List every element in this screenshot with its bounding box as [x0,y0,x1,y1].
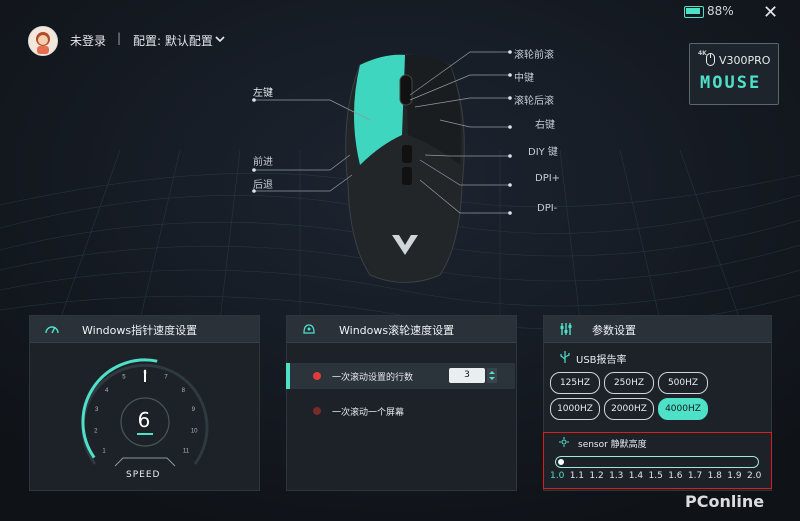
gauge-tick-label: 1 [102,449,106,455]
sensor-height-label: sensor 静默高度 [578,440,647,450]
sensor-height-slider[interactable] [555,456,759,468]
mouse-outline-icon [706,53,715,66]
sensor-tick-label: 2.0 [747,471,762,481]
label-diy[interactable]: DIY 键 [528,143,558,158]
button-callout-lines [252,50,512,215]
rate-250-button[interactable]: 250HZ [604,372,654,394]
label-scroll-back[interactable]: 滚轮后滚 [514,92,554,107]
stepper-arrows-icon[interactable] [487,368,497,383]
login-status[interactable]: 未登录 [70,32,106,49]
sensor-icon [559,437,569,447]
label-scroll-front[interactable]: 滚轮前滚 [514,46,554,61]
rate-1000-button[interactable]: 1000HZ [550,398,600,420]
sensor-tick-label: 1.9 [727,471,742,481]
usb-rate-label: USB报告率 [576,355,627,366]
gauge-tick-label: 5 [122,375,126,381]
rate-4000-button[interactable]: 4000HZ [658,398,708,420]
sensor-tick-label: 1.8 [707,471,722,481]
scroll-lines-option[interactable]: 一次滚动设置的行数 3 [286,363,515,389]
badge-brand: MOUSE [700,73,762,93]
panel-title: Windows指针速度设置 [82,324,198,337]
sensor-tick-label: 1.3 [609,471,624,481]
sensor-tick-label: 1.7 [687,471,703,481]
separator: | [117,31,122,45]
badge-model: V300PRO [719,54,771,67]
chevron-down-icon[interactable] [213,32,227,46]
panel-title: Windows滚轮速度设置 [339,324,455,337]
watermark: PConline [685,492,765,511]
label-right-button[interactable]: 右键 [535,116,555,131]
sensor-tick-label: 1.4 [628,471,644,481]
rate-2000-button[interactable]: 2000HZ [604,398,654,420]
sensor-tick-label: 1.0 [550,471,565,481]
sensor-tick-label: 1.1 [569,471,585,481]
scroll-lines-label: 一次滚动设置的行数 [332,373,414,383]
battery-icon [684,6,704,18]
label-dpi-plus[interactable]: DPI+ [535,173,560,184]
gauge-tick-label: 4 [105,388,109,394]
label-dpi-minus[interactable]: DPI- [537,203,557,214]
label-middle[interactable]: 中键 [514,69,534,84]
gauge-tick-label: 11 [183,449,190,455]
scroll-page-option[interactable]: 一次滚动一个屏幕 [286,398,515,424]
avatar[interactable] [28,26,58,56]
gauge-tick-label: 9 [192,407,196,413]
sensor-tick-label: 1.6 [668,471,683,481]
scroll-lines-input[interactable]: 3 [449,368,485,383]
scroll-page-label: 一次滚动一个屏幕 [332,408,405,418]
speed-value: 6 [137,408,151,432]
gauge-tick-label: 8 [182,388,186,394]
panel-header [544,316,771,343]
pointer-speed-panel: Windows指针速度设置 1234567891011 6 SPEED [29,315,260,491]
rate-125-button[interactable]: 125HZ [550,372,600,394]
slider-thumb[interactable] [558,459,564,465]
scroll-wheel-icon [303,324,315,334]
label-forward[interactable]: 前进 [253,153,273,168]
gauge-tick-label: 10 [191,429,198,435]
sliders-icon [560,323,572,335]
battery-level: 88% [707,4,734,18]
sensor-tick-label: 1.2 [589,471,604,481]
speed-label: SPEED [126,470,161,480]
config-selector[interactable]: 配置: 默认配置 [133,32,213,49]
radio-unselected-icon[interactable] [313,407,321,415]
gauge-icon [45,326,59,334]
sensor-tick-label: 1.5 [648,471,663,481]
radio-selected-icon[interactable] [313,372,321,380]
label-left-button[interactable]: 左键 [253,84,273,99]
close-icon[interactable]: ✕ [763,2,778,23]
label-back[interactable]: 后退 [253,176,273,191]
gauge-tick-label: 7 [164,375,168,381]
gauge-tick-label: 2 [94,429,98,435]
panel-title: 参数设置 [592,324,636,337]
rate-500-button[interactable]: 500HZ [658,372,708,394]
usb-icon [560,351,570,363]
gauge-tick-label: 3 [95,407,99,413]
